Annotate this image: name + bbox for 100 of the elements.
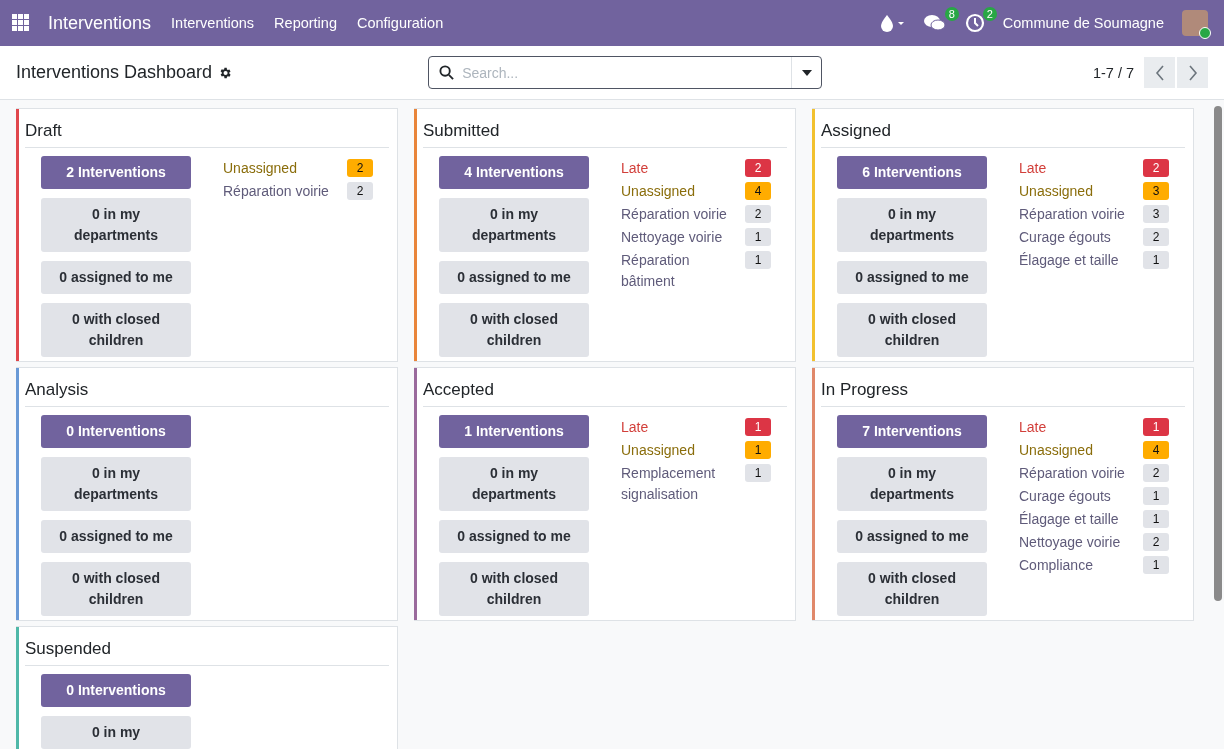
filter-button[interactable]: 0 in my departments xyxy=(41,457,191,511)
card-title: Suspended xyxy=(25,635,389,666)
count-badge: 3 xyxy=(1143,182,1169,200)
filter-button[interactable]: 0 in my departments xyxy=(837,198,987,252)
card-title: Draft xyxy=(25,117,389,148)
card-title: Assigned xyxy=(821,117,1185,148)
card-title: Submitted xyxy=(423,117,787,148)
pager-value: 1-7 / 7 xyxy=(1092,64,1134,81)
menu-item[interactable]: Interventions xyxy=(171,15,255,31)
filter-button[interactable]: 0 assigned to me xyxy=(41,520,191,553)
count-badge: 3 xyxy=(1143,205,1169,223)
filter-button[interactable]: 0 with closed children xyxy=(837,303,987,357)
count-badge: 2 xyxy=(745,159,771,177)
count-badge: 2 xyxy=(347,159,373,177)
clock-icon[interactable] xyxy=(964,13,985,33)
card-title: Accepted xyxy=(423,376,787,407)
next-button[interactable] xyxy=(1177,57,1208,88)
stat-link[interactable]: Élagage et taille xyxy=(1019,509,1137,530)
stat-link[interactable]: Réparation voirie xyxy=(621,204,739,225)
filter-button[interactable]: 0 with closed children xyxy=(439,562,589,616)
menu-item[interactable]: Reporting xyxy=(274,15,337,31)
filter-button[interactable]: 0 assigned to me xyxy=(837,261,987,294)
previous-button[interactable] xyxy=(1144,57,1175,88)
chevron-right-icon xyxy=(1187,64,1198,81)
stat-link[interactable]: Réparation voirie xyxy=(223,181,341,202)
filter-button[interactable]: 0 assigned to me xyxy=(41,261,191,294)
interventions-button[interactable]: 7 Interventions xyxy=(837,415,987,448)
stat-link[interactable]: Unassigned xyxy=(621,440,739,461)
settings-icon[interactable] xyxy=(218,65,233,80)
count-badge: 1 xyxy=(1143,556,1169,574)
filter-button[interactable]: 0 in my departments xyxy=(439,198,589,252)
chat-icon[interactable] xyxy=(922,13,947,33)
filter-button[interactable]: 0 assigned to me xyxy=(439,520,589,553)
app-menu-icon[interactable] xyxy=(12,14,30,32)
company-name[interactable]: Commune de Soumagne xyxy=(1002,15,1164,31)
chevron-left-icon xyxy=(1154,64,1165,81)
stat-link[interactable]: Unassigned xyxy=(1019,440,1137,461)
filter-button[interactable]: 0 in my departments xyxy=(837,457,987,511)
stat-link[interactable]: Élagage et taille xyxy=(1019,250,1137,271)
filter-button[interactable]: 0 with closed children xyxy=(439,303,589,357)
filter-button[interactable]: 0 with closed children xyxy=(837,562,987,616)
count-badge: 1 xyxy=(1143,487,1169,505)
interventions-button[interactable]: 6 Interventions xyxy=(837,156,987,189)
stat-link[interactable]: Réparation bâtiment xyxy=(621,250,739,292)
count-badge: 1 xyxy=(745,418,771,436)
interventions-button[interactable]: 0 Interventions xyxy=(41,415,191,448)
activity-count: 2 xyxy=(982,7,997,21)
stat-link[interactable]: Late xyxy=(621,158,739,179)
stat-link[interactable]: Réparation voirie xyxy=(1019,204,1137,225)
stat-link[interactable]: Unassigned xyxy=(621,181,739,202)
stat-link[interactable]: Curage égouts xyxy=(1019,227,1137,248)
filter-button[interactable]: 0 assigned to me xyxy=(439,261,589,294)
app-name: Interventions xyxy=(48,12,152,34)
search-input[interactable]: Search... xyxy=(454,64,792,81)
count-badge: 1 xyxy=(745,228,771,246)
drop-icon[interactable] xyxy=(878,14,905,32)
stat-link[interactable]: Late xyxy=(1019,158,1137,179)
stat-link[interactable]: Late xyxy=(1019,417,1137,438)
count-badge: 2 xyxy=(347,182,373,200)
stat-link[interactable]: Remplacement signalisation xyxy=(621,463,739,505)
count-badge: 1 xyxy=(745,441,771,459)
message-count: 8 xyxy=(944,7,959,21)
interventions-button[interactable]: 2 Interventions xyxy=(41,156,191,189)
stat-link[interactable]: Unassigned xyxy=(223,158,341,179)
count-badge: 4 xyxy=(1143,441,1169,459)
search-icon xyxy=(439,65,455,80)
card-title: Analysis xyxy=(25,376,389,407)
filter-button[interactable]: 0 with closed children xyxy=(41,303,191,357)
count-badge: 2 xyxy=(745,205,771,223)
interventions-button[interactable]: 4 Interventions xyxy=(439,156,589,189)
stat-link[interactable]: Late xyxy=(621,417,739,438)
filter-button[interactable]: 0 with closed children xyxy=(41,562,191,616)
search-field[interactable]: Search... xyxy=(428,56,823,89)
filter-button[interactable]: 0 in my departments xyxy=(439,457,589,511)
interventions-button[interactable]: 1 Interventions xyxy=(439,415,589,448)
count-badge: 2 xyxy=(1143,228,1169,246)
scrollbar[interactable] xyxy=(1214,106,1222,601)
count-badge: 2 xyxy=(1143,159,1169,177)
filter-button[interactable]: 0 assigned to me xyxy=(837,520,987,553)
card-title: In Progress xyxy=(821,376,1185,407)
count-badge: 2 xyxy=(1143,464,1169,482)
count-badge: 1 xyxy=(1143,251,1169,269)
count-badge: 1 xyxy=(745,464,771,482)
count-badge: 1 xyxy=(1143,418,1169,436)
interventions-button[interactable]: 0 Interventions xyxy=(41,674,191,707)
page-title: Interventions Dashboard xyxy=(16,62,213,83)
filter-button[interactable]: 0 in my xyxy=(41,716,191,749)
count-badge: 1 xyxy=(745,251,771,269)
count-badge: 1 xyxy=(1143,510,1169,528)
caret-icon xyxy=(801,69,812,76)
menu-item[interactable]: Configuration xyxy=(356,15,444,31)
stat-link[interactable]: Curage égouts xyxy=(1019,486,1137,507)
stat-link[interactable]: Compliance xyxy=(1019,555,1137,576)
count-badge: 2 xyxy=(1143,533,1169,551)
stat-link[interactable]: Nettoyage voirie xyxy=(1019,532,1137,553)
stat-link[interactable]: Nettoyage voirie xyxy=(621,227,739,248)
stat-link[interactable]: Unassigned xyxy=(1019,181,1137,202)
count-badge: 4 xyxy=(745,182,771,200)
filter-button[interactable]: 0 in my departments xyxy=(41,198,191,252)
stat-link[interactable]: Réparation voirie xyxy=(1019,463,1137,484)
